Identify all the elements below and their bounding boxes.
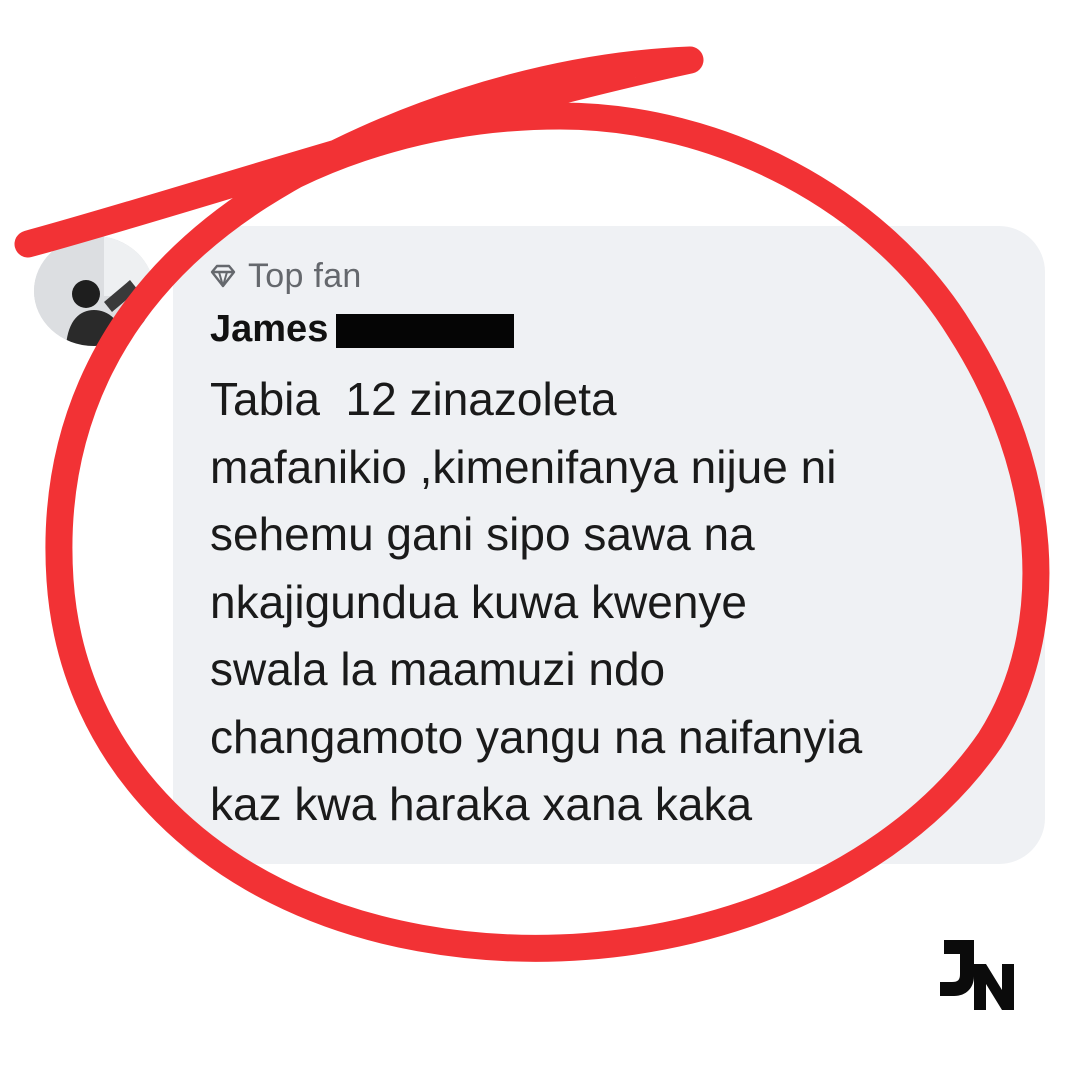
comment-text: Tabia 12 zinazoleta mafanikio ,kimenifan… [210,370,1022,843]
author-row[interactable]: James [210,306,515,352]
comment-line: swala la maamuzi ndo [210,643,666,695]
comment-line: kaz kwa haraka xana kaka [210,778,753,830]
comment-line: changamoto yangu na naifanyia [210,710,863,763]
author-name[interactable]: James [210,308,328,351]
jn-logo [940,940,1014,1010]
comment-line: nkajigundua kuwa kwenye [210,575,748,628]
diamond-icon [210,264,236,288]
comment-line: mafanikio ,kimenifanya nijue ni [210,440,837,493]
redaction-bar [336,314,515,348]
comment-line: sehemu gani sipo sawa na [210,508,755,560]
avatar[interactable] [34,236,154,346]
top-fan-badge: Top fan [210,254,362,298]
comment-line: Tabia 12 zinazoleta [210,373,617,425]
badge-label: Top fan [248,256,362,295]
